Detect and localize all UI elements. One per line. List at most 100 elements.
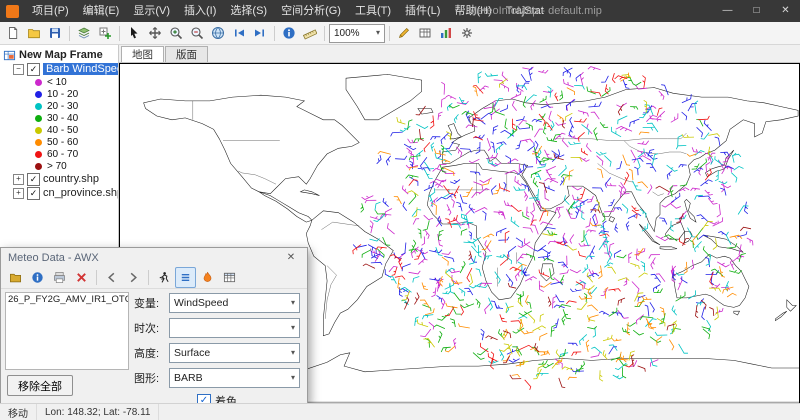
settings-button[interactable] <box>457 23 477 43</box>
measure-button[interactable] <box>300 23 320 43</box>
tab-map[interactable]: 地图 <box>121 46 164 62</box>
legend-class-row[interactable]: 40 - 50 <box>0 124 118 136</box>
expand-icon[interactable]: + <box>13 188 24 199</box>
legend-class-color-dot <box>35 163 42 170</box>
open-folder-icon <box>27 26 41 40</box>
menu-item[interactable]: 显示(V) <box>126 0 177 22</box>
cursor-icon <box>127 26 141 40</box>
zoom-level-combo[interactable]: 100%▾ <box>329 24 385 43</box>
expand-icon[interactable]: + <box>13 174 24 185</box>
dialog-close-button[interactable]: ✕ <box>282 252 300 263</box>
zoom-next-icon <box>253 26 267 40</box>
zoom-in-button[interactable] <box>166 23 186 43</box>
data-table-button[interactable] <box>219 267 240 288</box>
file-list-item[interactable]: 26_P_FY2G_AMV_IR1_OTG_2023062 <box>6 293 128 306</box>
layer-cn-province[interactable]: + ✓ cn_province.shp <box>0 186 118 200</box>
layer-checkbox[interactable]: ✓ <box>27 173 40 186</box>
collapse-icon[interactable]: − <box>13 64 24 75</box>
meteoinfomap-window: 项目(P)编辑(E)显示(V)插入(I)选择(S)空间分析(G)工具(T)插件(… <box>0 0 800 420</box>
animate-button[interactable] <box>153 267 174 288</box>
legend-class-label: < 10 <box>47 77 67 88</box>
data-table-icon <box>223 271 236 284</box>
menu-item[interactable]: 编辑(E) <box>76 0 127 22</box>
legend-class-color-dot <box>35 127 42 134</box>
layer-checkbox[interactable]: ✓ <box>27 63 40 76</box>
menu-item[interactable]: 空间分析(G) <box>274 0 348 22</box>
map-frame-node[interactable]: New Map Frame <box>0 48 118 62</box>
file-list[interactable]: 26_P_FY2G_AMV_IR1_OTG_2023062 <box>5 292 129 370</box>
legend-class-row[interactable]: < 10 <box>0 76 118 88</box>
menu-item[interactable]: 插入(I) <box>177 0 223 22</box>
legend-class-row[interactable]: > 70 <box>0 160 118 172</box>
legend-class-row[interactable]: 10 - 20 <box>0 88 118 100</box>
menu-item[interactable]: 项目(P) <box>25 0 76 22</box>
legend-class-row[interactable]: 30 - 40 <box>0 112 118 124</box>
pan-icon <box>148 26 162 40</box>
legend-class-color-dot <box>35 103 42 110</box>
minimize-button[interactable]: — <box>713 0 742 22</box>
chevron-down-icon: ▾ <box>291 349 295 357</box>
chevron-down-icon: ▾ <box>291 374 295 382</box>
zoom-previous-button[interactable] <box>229 23 249 43</box>
graphic-select[interactable]: BARB▾ <box>169 368 300 388</box>
table-icon <box>418 26 432 40</box>
save-button[interactable] <box>45 23 65 43</box>
toolbar-separator <box>389 26 390 41</box>
add-data-button[interactable] <box>95 23 115 43</box>
menu-item[interactable]: 工具(T) <box>348 0 398 22</box>
meteo-data-dialog[interactable]: Meteo Data - AWX ✕ 26_P_FY2G_AMV_IR1_OTG… <box>0 247 308 405</box>
legend-class-label: 60 - 70 <box>47 149 78 160</box>
legend-class-row[interactable]: 50 - 60 <box>0 136 118 148</box>
data-info-button[interactable] <box>27 267 48 288</box>
pencil-icon <box>397 26 411 40</box>
print-button[interactable] <box>49 267 70 288</box>
save-icon <box>48 26 62 40</box>
close-icon <box>75 271 88 284</box>
chart-button[interactable] <box>436 23 456 43</box>
remove-data-button[interactable] <box>71 267 92 288</box>
zoom-out-button[interactable] <box>187 23 207 43</box>
variable-select[interactable]: WindSpeed▾ <box>169 293 300 313</box>
dialog-toolbar <box>1 267 307 289</box>
pan-button[interactable] <box>145 23 165 43</box>
close-button[interactable]: ✕ <box>771 0 800 22</box>
open-data-button[interactable] <box>5 267 26 288</box>
chevron-down-icon: ▾ <box>376 29 380 37</box>
edit-button[interactable] <box>394 23 414 43</box>
layer-barb-windspeed[interactable]: − ✓ Barb WindSpeed <box>0 62 118 76</box>
level-select[interactable]: Surface▾ <box>169 343 300 363</box>
menu-item[interactable]: 插件(L) <box>398 0 447 22</box>
new-file-button[interactable] <box>3 23 23 43</box>
remove-all-button[interactable]: 移除全部 <box>7 375 73 396</box>
legend-class-row[interactable]: 60 - 70 <box>0 148 118 160</box>
window-title: MeteoInfoMap - default.mip <box>468 0 602 22</box>
zoom-next-button[interactable] <box>250 23 270 43</box>
gear-icon <box>460 26 474 40</box>
legend-class-list: < 1010 - 2020 - 3030 - 4040 - 5050 - 606… <box>0 76 118 172</box>
select-button[interactable] <box>124 23 144 43</box>
tab-layout[interactable]: 版面 <box>165 46 208 62</box>
attribute-table-button[interactable] <box>415 23 435 43</box>
chevron-down-icon: ▾ <box>291 299 295 307</box>
layer-country[interactable]: + ✓ country.shp <box>0 172 118 186</box>
full-extent-button[interactable] <box>208 23 228 43</box>
toolbar-separator <box>119 26 120 41</box>
print-icon <box>53 271 66 284</box>
time-select[interactable]: ▾ <box>169 318 300 338</box>
open-project-button[interactable] <box>24 23 44 43</box>
dialog-title-bar[interactable]: Meteo Data - AWX ✕ <box>1 248 307 267</box>
identify-button[interactable] <box>279 23 299 43</box>
map-frame-icon <box>3 49 16 62</box>
draw-button[interactable] <box>197 267 218 288</box>
next-time-button[interactable] <box>123 267 144 288</box>
add-layer-button[interactable] <box>74 23 94 43</box>
layer-checkbox[interactable]: ✓ <box>27 187 40 200</box>
toolbar-separator <box>96 270 97 285</box>
previous-time-button[interactable] <box>101 267 122 288</box>
maximize-button[interactable]: □ <box>742 0 771 22</box>
identify-icon <box>282 26 296 40</box>
legend-class-color-dot <box>35 115 42 122</box>
data-list-button[interactable] <box>175 267 196 288</box>
menu-item[interactable]: 选择(S) <box>223 0 274 22</box>
legend-class-row[interactable]: 20 - 30 <box>0 100 118 112</box>
